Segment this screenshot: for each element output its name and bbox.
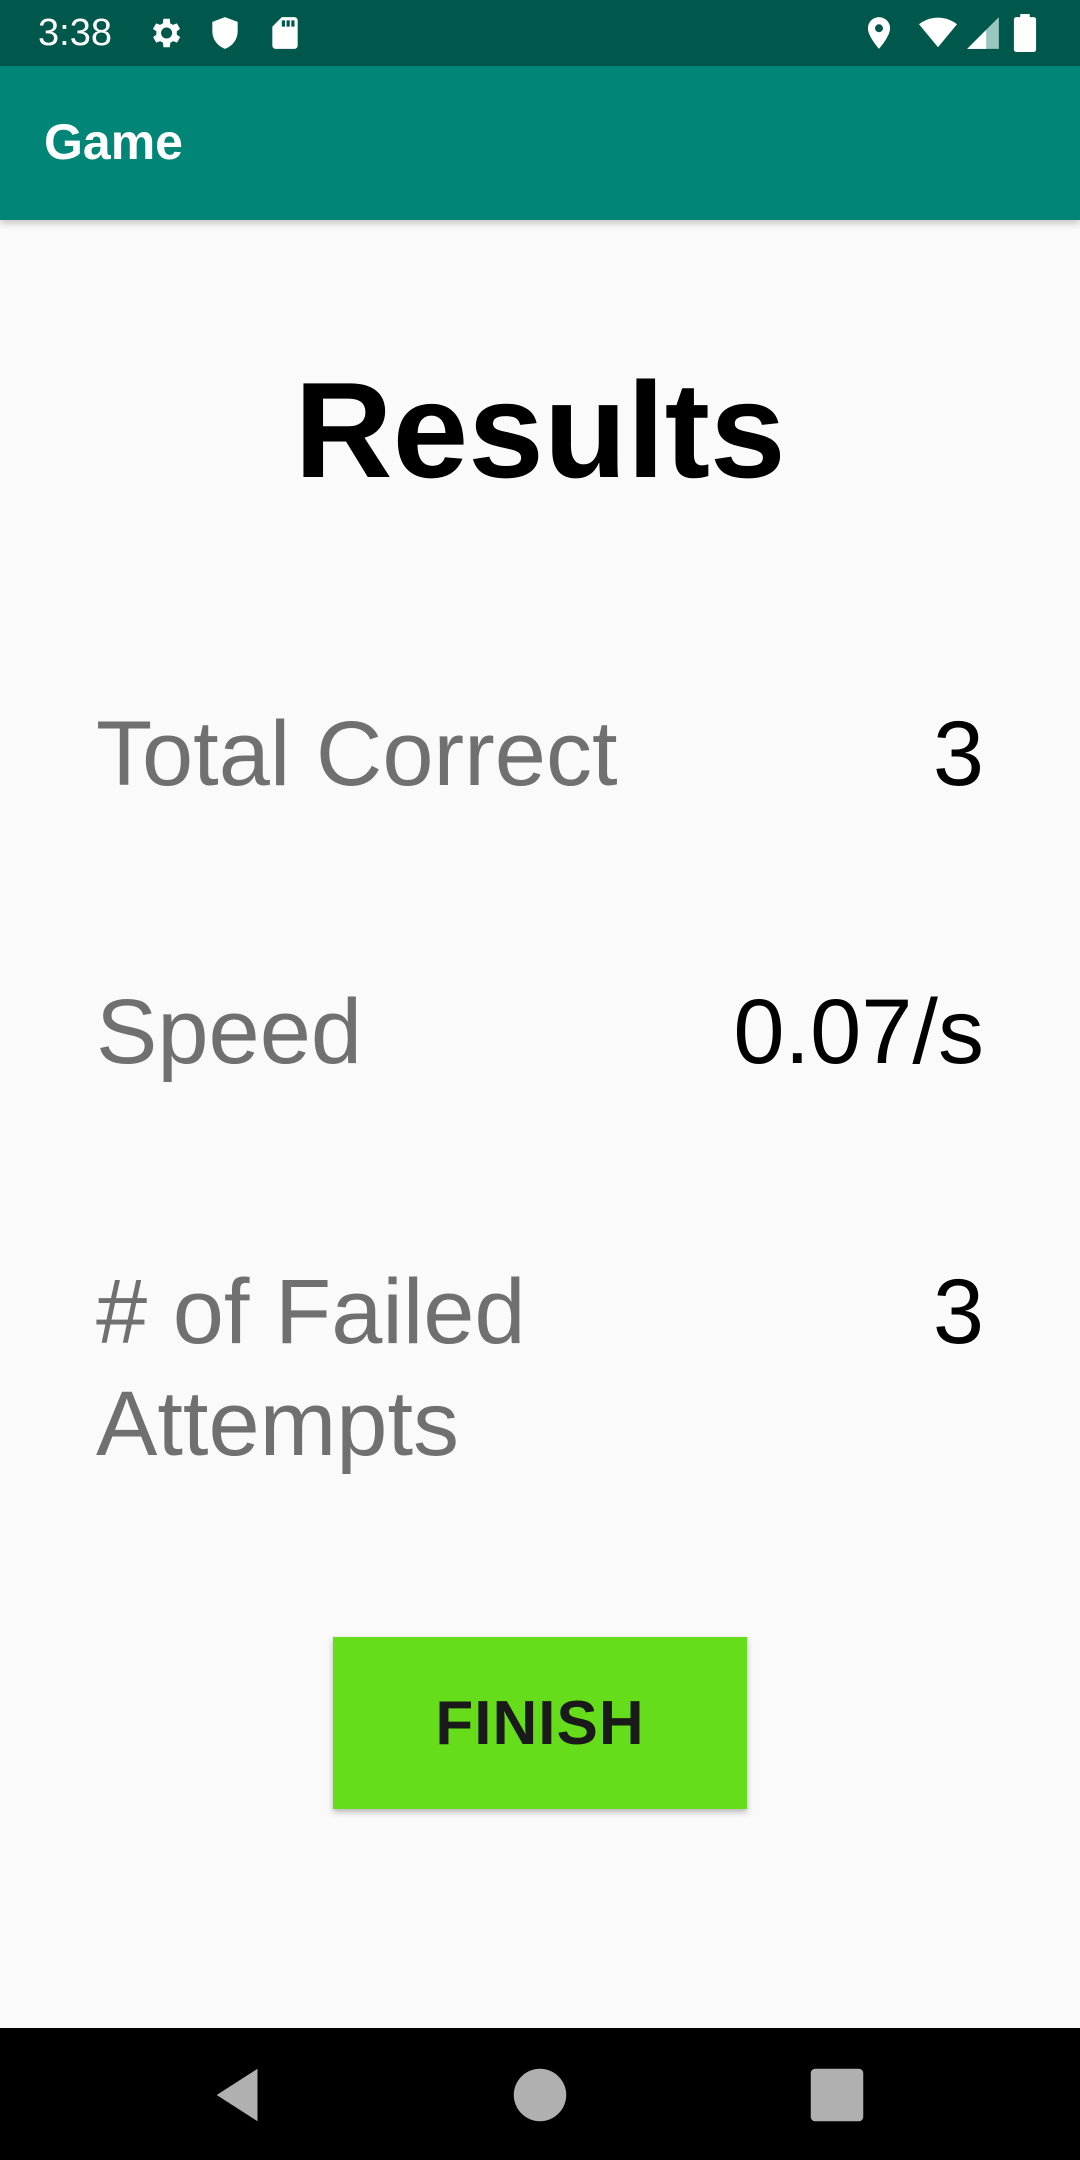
results-title: Results xyxy=(294,354,786,506)
battery-icon xyxy=(1013,14,1037,52)
status-time: 3:38 xyxy=(38,12,112,54)
shield-icon xyxy=(212,17,238,49)
speed-value: 0.07/s xyxy=(733,981,984,1083)
failed-attempts-label: # of Failed Attempts xyxy=(96,1261,526,1475)
total-correct-value: 3 xyxy=(932,703,984,805)
total-correct-label: Total Correct xyxy=(96,703,618,805)
status-bar: 3:38 xyxy=(0,0,1080,66)
wifi-icon xyxy=(919,17,957,48)
navigation-bar xyxy=(0,2028,1080,2160)
app-title: Game xyxy=(44,114,183,170)
signal-icon xyxy=(967,17,999,49)
sd-card-icon xyxy=(272,17,298,49)
recents-icon[interactable] xyxy=(802,2060,872,2130)
finish-button[interactable]: FINISH xyxy=(333,1637,747,1809)
home-icon[interactable] xyxy=(505,2060,575,2130)
settings-icon xyxy=(152,18,181,48)
app-bar: Game xyxy=(0,66,1080,220)
location-icon xyxy=(867,17,891,49)
speed-label: Speed xyxy=(96,981,363,1083)
failed-attempts-value: 3 xyxy=(932,1261,984,1363)
back-icon[interactable] xyxy=(205,2060,275,2130)
